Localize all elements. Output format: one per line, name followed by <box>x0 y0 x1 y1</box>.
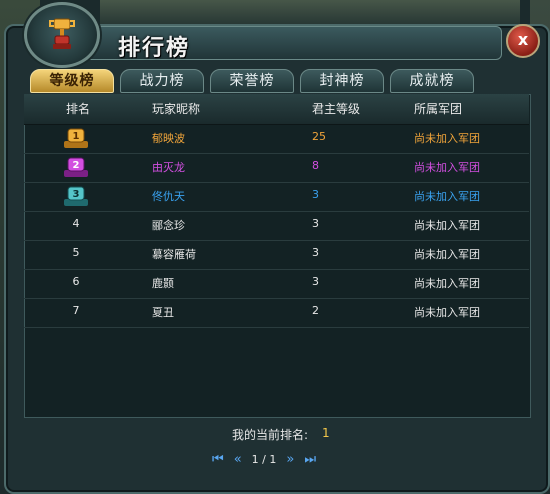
header-rank: 排名 <box>66 102 91 116</box>
table-row[interactable]: 1 郁映波 25 尚未加入军团 <box>24 124 529 154</box>
player-level: 8 <box>312 159 319 172</box>
teal-medal-icon: 3 <box>64 186 88 206</box>
player-level: 3 <box>312 275 319 288</box>
player-legion: 尚未加入军团 <box>414 248 480 261</box>
tab-honor-rank[interactable]: 荣誉榜 <box>210 69 294 93</box>
player-level: 3 <box>312 217 319 230</box>
player-level: 25 <box>312 130 326 143</box>
player-legion: 尚未加入军团 <box>414 277 480 290</box>
player-name: 由灭龙 <box>152 161 185 174</box>
header-player-name: 玩家昵称 <box>152 102 201 116</box>
ranking-tabs: 等级榜 战力榜 荣誉榜 封神榜 成就榜 <box>30 69 474 93</box>
player-name: 慕容雁荷 <box>152 248 196 261</box>
purple-medal-icon: 2 <box>64 157 88 177</box>
player-legion: 尚未加入军团 <box>414 161 480 174</box>
header-lord-level: 君主等级 <box>312 102 361 116</box>
pagination: ⏮ « 1 / 1 » ⏭ <box>212 450 316 468</box>
player-legion: 尚未加入军团 <box>414 306 480 319</box>
player-level: 3 <box>312 246 319 259</box>
my-rank-label: 我的当前排名: <box>232 428 309 442</box>
prev-page-icon[interactable]: « <box>234 452 242 467</box>
player-name: 佟仇天 <box>152 190 185 203</box>
table-row[interactable]: 4 郦念珍 3 尚未加入军团 <box>24 211 529 241</box>
svg-text:1: 1 <box>73 131 80 142</box>
player-rank: 7 <box>72 304 80 317</box>
table-row[interactable]: 7 夏丑 2 尚未加入军团 <box>24 298 529 328</box>
header-legion: 所属军团 <box>414 102 463 116</box>
player-rank: 5 <box>72 246 80 259</box>
svg-text:2: 2 <box>73 160 80 171</box>
player-legion: 尚未加入军团 <box>414 219 480 232</box>
next-page-icon[interactable]: » <box>286 452 294 467</box>
page-indicator: 1 / 1 <box>251 452 277 466</box>
close-button[interactable]: x <box>506 24 540 58</box>
player-name: 夏丑 <box>152 306 174 319</box>
tab-deity-rank[interactable]: 封神榜 <box>300 69 384 93</box>
player-name: 鹿颢 <box>152 277 174 290</box>
player-level: 2 <box>312 304 319 317</box>
tab-achievement-rank[interactable]: 成就榜 <box>390 69 474 93</box>
tab-level-rank[interactable]: 等级榜 <box>30 69 114 93</box>
table-row[interactable]: 2 由灭龙 8 尚未加入军团 <box>24 153 529 183</box>
player-legion: 尚未加入军团 <box>414 190 480 203</box>
player-name: 郁映波 <box>152 132 185 145</box>
svg-text:3: 3 <box>73 189 80 200</box>
trophy-icon <box>49 18 75 49</box>
gold-medal-icon: 1 <box>64 128 88 148</box>
table-row[interactable]: 3 佟仇天 3 尚未加入军团 <box>24 182 529 212</box>
table-row[interactable]: 5 慕容雁荷 3 尚未加入军团 <box>24 240 529 270</box>
table-header: 排名 玩家昵称 君主等级 所属军团 <box>24 94 529 125</box>
player-rank: 6 <box>72 275 80 288</box>
last-page-icon[interactable]: ⏭ <box>304 452 316 467</box>
player-name: 郦念珍 <box>152 219 185 232</box>
player-level: 3 <box>312 188 319 201</box>
window-title: 排行榜 <box>118 36 191 61</box>
player-rank: 4 <box>72 217 80 230</box>
trophy-emblem <box>24 2 100 68</box>
player-legion: 尚未加入军团 <box>414 132 480 145</box>
first-page-icon[interactable]: ⏮ <box>212 452 224 467</box>
my-rank-value: 1 <box>322 426 330 440</box>
table-row[interactable]: 6 鹿颢 3 尚未加入军团 <box>24 269 529 299</box>
background-top <box>100 0 520 26</box>
tab-power-rank[interactable]: 战力榜 <box>120 69 204 93</box>
